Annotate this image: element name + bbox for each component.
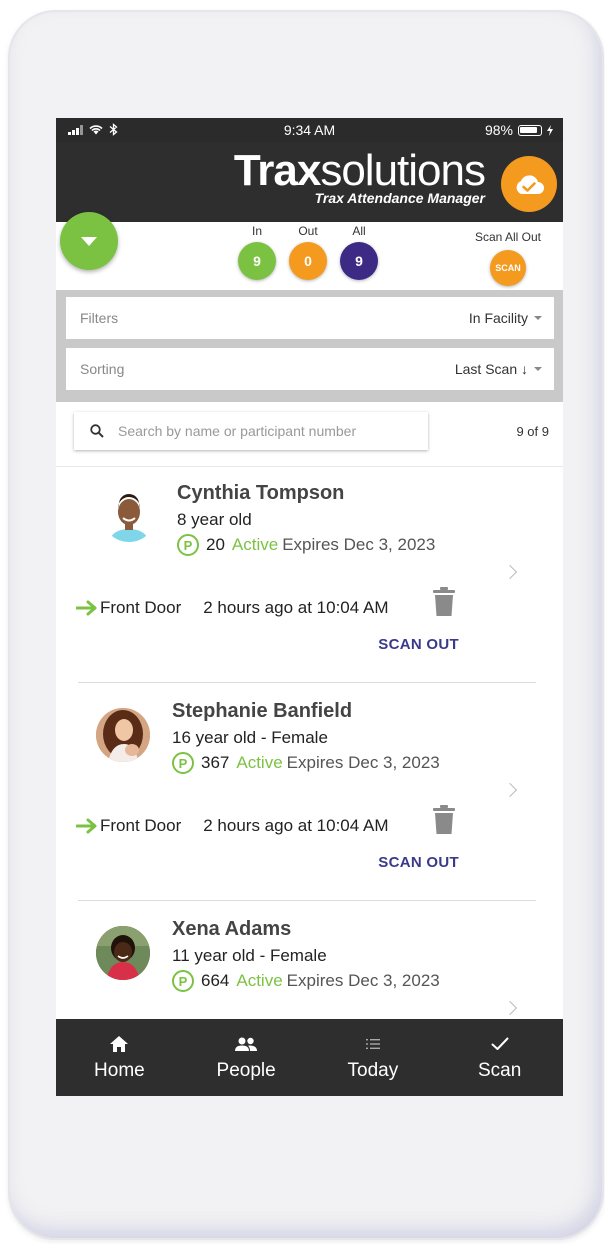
participant-card[interactable]: Xena Adams 11 year old - Female P 664 Ac… <box>56 903 563 1018</box>
caret-down-icon <box>534 367 542 371</box>
result-count: 9 of 9 <box>516 424 549 439</box>
nav-today[interactable]: Today <box>310 1019 437 1096</box>
status-active: Active <box>231 535 279 554</box>
participant-name: Xena Adams <box>172 918 292 940</box>
expiry-date: Expires Dec 3, 2023 <box>286 971 440 990</box>
checkmark-icon <box>491 1037 509 1050</box>
participant-card[interactable]: Cynthia Tompson 8 year old P 20 Active E… <box>56 467 563 685</box>
participant-age: 11 year old - Female <box>172 946 327 965</box>
list-divider <box>78 682 536 683</box>
participant-age: 16 year old - Female <box>172 728 328 747</box>
last-scan-info: Front Door 2 hours ago at 10:04 AM <box>76 816 389 836</box>
filters-label: Filters <box>80 310 119 326</box>
list-icon <box>365 1038 380 1049</box>
counter-in-value: 9 <box>238 242 276 280</box>
pass-badge-icon: P <box>177 534 199 556</box>
sorting-label: Sorting <box>80 361 125 377</box>
participant-number: 664 <box>201 971 230 990</box>
app-screen: 9:34 AM 98% Traxsolutions Trax Attendanc… <box>56 118 563 1096</box>
participant-number: 20 <box>206 535 225 554</box>
filter-panel: Filters In Facility Sorting Last Scan ↓ <box>56 290 563 402</box>
people-icon <box>235 1037 258 1051</box>
search-icon <box>90 424 104 438</box>
traxsolutions-logo: Traxsolutions Trax Attendance Manager <box>234 149 486 207</box>
participant-number: 367 <box>201 753 230 772</box>
nav-today-label: Today <box>347 1059 399 1081</box>
scan-all-out: Scan All Out SCAN <box>475 230 541 286</box>
scan-time: 2 hours ago at 10:04 AM <box>203 816 389 835</box>
counter-all-value: 9 <box>340 242 378 280</box>
chevron-right-icon[interactable] <box>502 782 518 798</box>
nav-people[interactable]: People <box>183 1019 310 1096</box>
logo-light-text: solutions <box>320 146 486 195</box>
participant-age: 8 year old <box>177 510 252 529</box>
sync-button[interactable] <box>501 156 557 212</box>
status-bar: 9:34 AM 98% <box>56 118 563 142</box>
avatar <box>96 708 150 762</box>
counter-out[interactable]: Out 0 <box>288 224 328 280</box>
counter-in-label: In <box>251 224 262 238</box>
nav-home[interactable]: Home <box>56 1019 183 1096</box>
scan-location: Front Door <box>100 598 182 617</box>
arrow-right-icon <box>76 818 97 834</box>
menu-dropdown-button[interactable] <box>60 212 118 270</box>
sorting-select[interactable]: Sorting Last Scan ↓ <box>66 348 554 390</box>
counter-out-value: 0 <box>289 242 327 280</box>
avatar <box>102 488 156 542</box>
sorting-value: Last Scan ↓ <box>454 361 528 377</box>
participant-name: Stephanie Banfield <box>172 700 353 722</box>
status-active: Active <box>236 753 283 772</box>
nav-people-label: People <box>216 1059 276 1081</box>
expiry-date: Expires Dec 3, 2023 <box>286 753 440 772</box>
pass-badge-icon: P <box>172 752 194 774</box>
filters-select[interactable]: Filters In Facility <box>66 297 554 339</box>
filters-value: In Facility <box>468 310 528 326</box>
scan-out-button[interactable]: SCAN OUT <box>378 636 459 653</box>
participant-card[interactable]: Stephanie Banfield 16 year old - Female … <box>56 685 563 903</box>
app-header: Traxsolutions Trax Attendance Manager <box>56 142 563 222</box>
delete-trash-icon[interactable] <box>432 805 456 835</box>
participant-membership: P 20 Active Expires Dec 3, 2023 <box>177 534 435 556</box>
counter-all-label: All <box>352 224 366 238</box>
avatar <box>96 926 150 980</box>
bottom-navigation: Home People Today Scan <box>56 1019 563 1096</box>
battery-percent: 98% <box>484 122 513 138</box>
scan-all-out-label: Scan All Out <box>474 230 541 244</box>
pass-badge-icon: P <box>172 970 194 992</box>
list-divider <box>78 900 536 901</box>
last-scan-info: Front Door 2 hours ago at 10:04 AM <box>76 598 389 618</box>
counter-out-label: Out <box>298 224 318 238</box>
arrow-right-icon <box>76 600 97 616</box>
nav-scan-label: Scan <box>477 1059 522 1081</box>
search-area: 9 of 9 <box>56 402 563 466</box>
caret-down-icon <box>534 316 542 320</box>
counter-all[interactable]: All 9 <box>339 224 379 280</box>
counter-in[interactable]: In 9 <box>237 224 277 280</box>
scan-location: Front Door <box>100 816 182 835</box>
logo-bold-text: Trax <box>233 146 322 195</box>
chevron-down-icon <box>81 236 97 246</box>
battery-icon <box>518 124 542 136</box>
battery-status: 98% <box>485 122 553 138</box>
expiry-date: Expires Dec 3, 2023 <box>282 535 436 554</box>
scan-out-button[interactable]: SCAN OUT <box>378 854 459 871</box>
participant-membership: P 664 Active Expires Dec 3, 2023 <box>172 970 440 992</box>
chevron-right-icon[interactable] <box>502 564 518 580</box>
status-active: Active <box>236 971 283 990</box>
participant-membership: P 367 Active Expires Dec 3, 2023 <box>172 752 440 774</box>
search-input[interactable] <box>118 423 418 439</box>
scan-time: 2 hours ago at 10:04 AM <box>203 598 389 617</box>
charging-icon <box>547 124 553 136</box>
chevron-right-icon[interactable] <box>502 1000 518 1016</box>
participant-name: Cynthia Tompson <box>177 482 345 504</box>
delete-trash-icon[interactable] <box>432 587 456 617</box>
home-icon <box>110 1035 129 1052</box>
nav-home-label: Home <box>94 1059 145 1081</box>
search-box <box>74 412 428 450</box>
scan-all-out-button[interactable]: SCAN <box>489 250 526 286</box>
nav-scan[interactable]: Scan <box>436 1019 563 1096</box>
cloud-check-icon <box>516 175 544 194</box>
participant-list: Cynthia Tompson 8 year old P 20 Active E… <box>56 466 563 1018</box>
